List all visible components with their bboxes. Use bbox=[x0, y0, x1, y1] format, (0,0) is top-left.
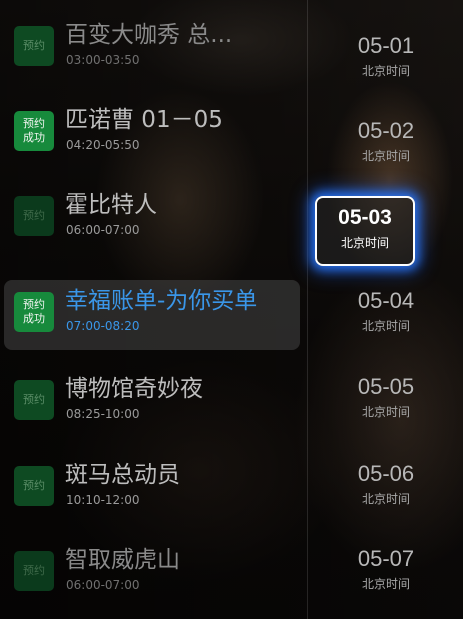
date-label: 05-07 bbox=[357, 546, 415, 571]
program-time: 03:00-03:50 bbox=[66, 53, 140, 67]
reserve-badge[interactable]: 预约 bbox=[14, 196, 54, 236]
program-item[interactable]: 预约 成功 匹诺曹 01－05 04:20-05:50 bbox=[4, 99, 300, 169]
timezone-label: 北京时间 bbox=[361, 64, 410, 78]
timezone-label: 北京时间 bbox=[340, 236, 389, 250]
date-item[interactable]: 05-02 北京时间 bbox=[310, 111, 462, 181]
date-item-selected[interactable]: 05-03 北京时间 bbox=[315, 196, 415, 266]
reserve-badge[interactable]: 预约 成功 bbox=[14, 292, 54, 332]
program-title: 博物馆奇妙夜 bbox=[65, 376, 203, 402]
program-title: 霍比特人 bbox=[65, 192, 157, 218]
date-item[interactable]: 05-04 北京时间 bbox=[310, 281, 462, 351]
program-title: 匹诺曹 01－05 bbox=[65, 107, 223, 133]
date-label: 05-02 bbox=[357, 118, 415, 143]
program-title: 斑马总动员 bbox=[65, 462, 180, 488]
program-time: 06:00-07:00 bbox=[66, 223, 140, 237]
date-label: 05-05 bbox=[357, 374, 415, 399]
date-item[interactable]: 05-01 北京时间 bbox=[310, 26, 462, 96]
program-title: 幸福账单-为你买单 bbox=[65, 288, 258, 314]
date-item[interactable]: 05-07 北京时间 bbox=[310, 539, 462, 609]
date-label: 05-04 bbox=[357, 288, 415, 313]
program-item[interactable]: 预约 博物馆奇妙夜 08:25-10:00 bbox=[4, 368, 300, 438]
reserve-badge[interactable]: 预约 bbox=[14, 380, 54, 420]
reserve-badge[interactable]: 预约 bbox=[14, 551, 54, 591]
program-title: 智取威虎山 bbox=[65, 547, 180, 573]
timezone-label: 北京时间 bbox=[361, 492, 410, 506]
program-time: 10:10-12:00 bbox=[66, 493, 140, 507]
reserve-badge[interactable]: 预约 bbox=[14, 26, 54, 66]
program-time: 07:00-08:20 bbox=[66, 319, 140, 333]
reserve-badge[interactable]: 预约 成功 bbox=[14, 111, 54, 151]
timezone-label: 北京时间 bbox=[361, 319, 410, 333]
program-time: 08:25-10:00 bbox=[66, 407, 140, 421]
program-item-selected[interactable]: 预约 成功 幸福账单-为你买单 07:00-08:20 bbox=[4, 280, 300, 350]
program-item[interactable]: 预约 霍比特人 06:00-07:00 bbox=[4, 184, 300, 254]
date-item[interactable]: 05-06 北京时间 bbox=[310, 454, 462, 524]
date-label: 05-01 bbox=[357, 33, 415, 58]
timezone-label: 北京时间 bbox=[361, 577, 410, 591]
column-divider bbox=[307, 0, 308, 619]
program-item[interactable]: 预约 斑马总动员 10:10-12:00 bbox=[4, 454, 300, 524]
program-time: 06:00-07:00 bbox=[66, 578, 140, 592]
date-label: 05-06 bbox=[357, 461, 415, 486]
timezone-label: 北京时间 bbox=[361, 149, 410, 163]
date-label: 05-03 bbox=[338, 206, 392, 229]
reserve-badge[interactable]: 预约 bbox=[14, 466, 54, 506]
program-time: 04:20-05:50 bbox=[66, 138, 140, 152]
date-item[interactable]: 05-05 北京时间 bbox=[310, 367, 462, 437]
timezone-label: 北京时间 bbox=[361, 405, 410, 419]
program-item[interactable]: 预约 百变大咖秀 总... 03:00-03:50 bbox=[4, 14, 300, 84]
program-title: 百变大咖秀 总... bbox=[65, 22, 233, 48]
program-item[interactable]: 预约 智取威虎山 06:00-07:00 bbox=[4, 539, 300, 609]
